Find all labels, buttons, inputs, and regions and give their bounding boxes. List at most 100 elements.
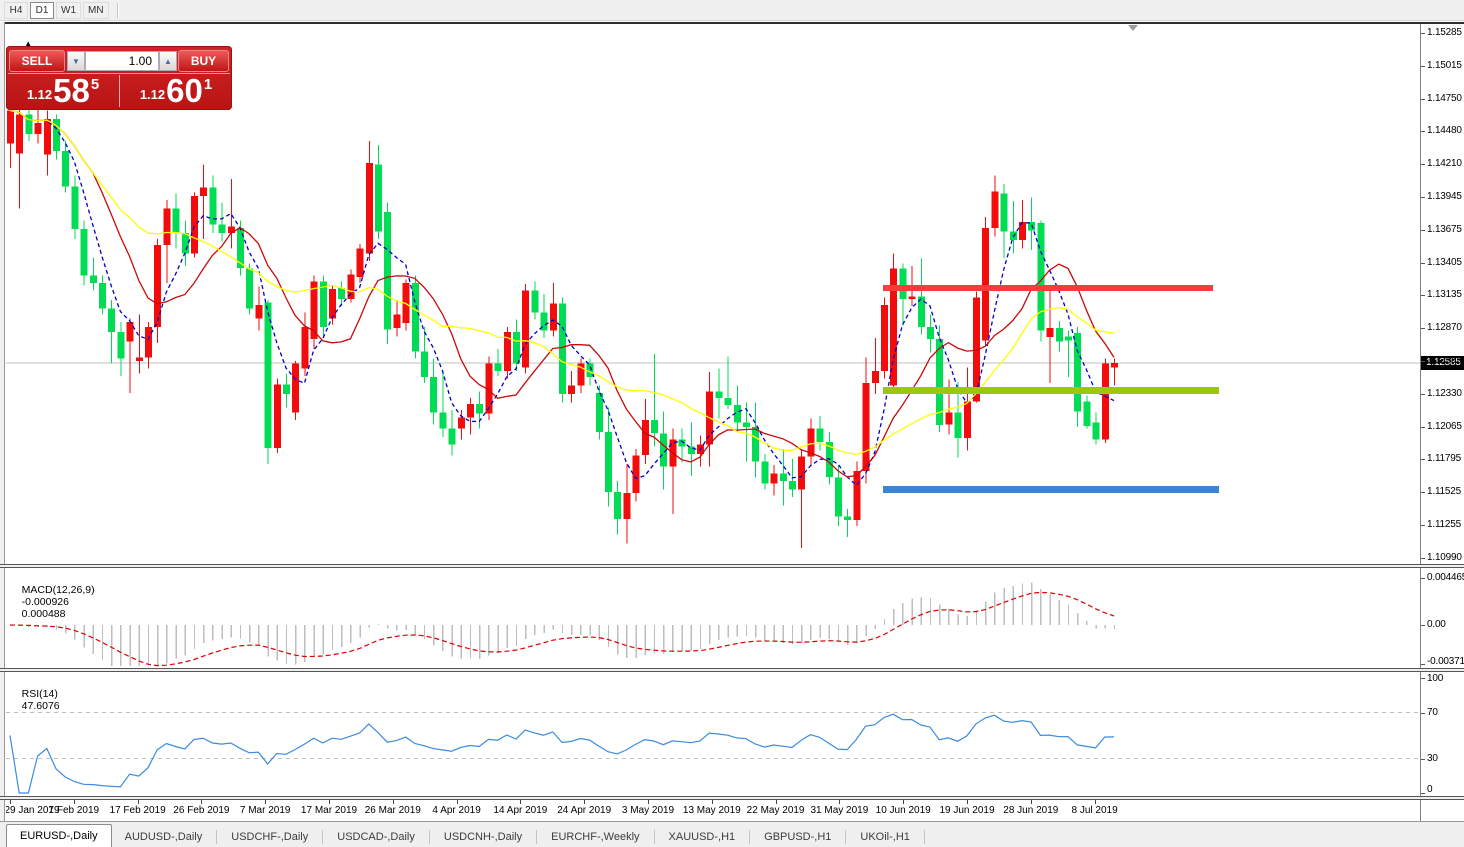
- chart-tab-usdchf-daily[interactable]: USDCHF-,Daily: [218, 826, 321, 847]
- date-axis-tick: [776, 800, 777, 804]
- date-axis-tick: [903, 800, 904, 804]
- rsi-axis-tick: [1421, 793, 1425, 794]
- price-axis-tick: [1421, 459, 1425, 460]
- rsi-axis: 10070300: [1421, 672, 1464, 796]
- chart-tab-ukoil-h1[interactable]: UKOil-,H1: [847, 826, 923, 847]
- macd-axis-tick: [1421, 578, 1425, 579]
- date-axis-tick: [839, 800, 840, 804]
- macd-axis-tick: [1421, 664, 1425, 665]
- price-axis-tick: [1421, 492, 1425, 493]
- tab-separator: [924, 830, 925, 844]
- date-axis-tick: [393, 800, 394, 804]
- chart-tab-audusd-daily[interactable]: AUDUSD-,Daily: [112, 826, 216, 847]
- chart-tab-eurchf-weekly[interactable]: EURCHF-,Weekly: [538, 826, 652, 847]
- macd-axis-label: -0.003715: [1427, 656, 1464, 667]
- timeframe-buttons: H4D1W1MN: [4, 2, 111, 19]
- date-axis-label: 19 Jun 2019: [939, 805, 994, 816]
- date-axis-label: 10 Jun 2019: [876, 805, 931, 816]
- rsi-axis-label: 0: [1427, 784, 1432, 795]
- date-axis-label: 7 Feb 2019: [48, 805, 99, 816]
- timeframe-button-mn[interactable]: MN: [83, 2, 109, 19]
- price-axis-tick: [1421, 427, 1425, 428]
- buy-button[interactable]: BUY: [178, 50, 229, 72]
- timeframe-button-d1[interactable]: D1: [30, 2, 54, 19]
- date-axis-label: 14 Apr 2019: [493, 805, 547, 816]
- price-axis-tick: [1421, 33, 1425, 34]
- sell-button[interactable]: SELL: [9, 50, 65, 72]
- tab-separator: [536, 830, 537, 844]
- tab-separator: [429, 830, 430, 844]
- rsi-canvas[interactable]: [6, 672, 1420, 796]
- buy-price[interactable]: 1.12 60 1: [120, 74, 232, 108]
- price-axis-label: 1.12065: [1427, 421, 1462, 432]
- date-axis-tick: [1095, 800, 1096, 804]
- date-axis-tick: [201, 800, 202, 804]
- rsi-name: RSI(14): [22, 688, 58, 700]
- chart-tab-usdcnh-daily[interactable]: USDCNH-,Daily: [431, 826, 535, 847]
- volume-increase-button[interactable]: ▲: [159, 51, 177, 71]
- date-axis-tick: [584, 800, 585, 804]
- date-axis-label: 26 Mar 2019: [365, 805, 421, 816]
- price-axis-label: 1.11795: [1427, 453, 1461, 464]
- price-axis-label: 1.15015: [1427, 60, 1462, 71]
- sell-price[interactable]: 1.12 58 5: [7, 74, 119, 108]
- date-axis-tick: [265, 800, 266, 804]
- rsi-line: [10, 714, 1114, 793]
- rsi-label: RSI(14) 47.6076: [10, 676, 60, 724]
- chart-tab-gbpusd-h1[interactable]: GBPUSD-,H1: [751, 826, 844, 847]
- horizontal-line-object[interactable]: [883, 486, 1219, 493]
- macd-histogram: [11, 582, 1115, 666]
- date-axis-label: 4 Apr 2019: [432, 805, 480, 816]
- tab-separator: [845, 830, 846, 844]
- price-axis-tick: [1421, 131, 1425, 132]
- price-axis-tick: [1421, 230, 1425, 231]
- date-axis-label: 13 May 2019: [683, 805, 741, 816]
- price-axis-label: 1.12870: [1427, 322, 1462, 333]
- volume-input[interactable]: [85, 51, 159, 71]
- toolbar-separator: [117, 3, 119, 18]
- date-axis-tick: [74, 800, 75, 804]
- price-axis-label: 1.11255: [1427, 519, 1461, 530]
- price-axis-label: 1.15285: [1427, 27, 1462, 38]
- horizontal-line-object[interactable]: [883, 387, 1219, 394]
- chart-tab-xauusd-h1[interactable]: XAUUSD-,H1: [656, 826, 749, 847]
- rsi-axis-tick: [1421, 759, 1425, 760]
- price-axis-tick: [1421, 164, 1425, 165]
- volume-decrease-button[interactable]: ▼: [67, 51, 85, 71]
- chart-tab-eurusd-daily[interactable]: EURUSD-,Daily: [6, 824, 112, 847]
- macd-value-main: -0.000926: [22, 596, 69, 608]
- price-axis-tick: [1421, 197, 1425, 198]
- price-axis-tick: [1421, 394, 1425, 395]
- price-axis-label: 1.11525: [1427, 486, 1461, 497]
- date-axis-tick: [712, 800, 713, 804]
- price-axis-tick: [1421, 263, 1425, 264]
- date-axis-tick: [329, 800, 330, 804]
- rsi-axis-tick: [1421, 713, 1425, 714]
- date-axis-label: 8 Jul 2019: [1072, 805, 1118, 816]
- date-axis-tick: [138, 800, 139, 804]
- horizontal-line-object[interactable]: [883, 285, 1213, 291]
- macd-label: MACD(12,26,9) -0.000926 0.000488: [10, 572, 95, 632]
- chart-shift-marker-icon[interactable]: [1128, 25, 1138, 31]
- timeframe-button-h4[interactable]: H4: [4, 2, 28, 19]
- date-axis-tick: [1031, 800, 1032, 804]
- price-axis-label: 1.13405: [1427, 257, 1462, 268]
- mt4-chart-window: H4D1W1MN ▲ EURUSD-,Daily 1.12578 1.12643…: [0, 0, 1464, 847]
- timeframe-button-w1[interactable]: W1: [56, 2, 81, 19]
- tab-separator: [749, 830, 750, 844]
- date-axis-label: 28 Jun 2019: [1003, 805, 1058, 816]
- chart-tab-usdcad-daily[interactable]: USDCAD-,Daily: [324, 826, 428, 847]
- tab-separator: [322, 830, 323, 844]
- date-axis-tick: [648, 800, 649, 804]
- macd-canvas[interactable]: [6, 568, 1420, 668]
- price-axis[interactable]: 1.12585 1.152851.150151.147501.144801.14…: [1421, 25, 1464, 564]
- date-axis-label: 3 May 2019: [622, 805, 674, 816]
- date-axis-label: 31 May 2019: [810, 805, 868, 816]
- macd-name: MACD(12,26,9): [22, 584, 95, 596]
- date-axis-label: 17 Mar 2019: [301, 805, 357, 816]
- rsi-axis-label: 30: [1427, 753, 1438, 764]
- tab-separator: [654, 830, 655, 844]
- price-axis-tick: [1421, 525, 1425, 526]
- date-axis[interactable]: 29 Jan 20197 Feb 201917 Feb 201926 Feb 2…: [6, 800, 1420, 821]
- chart-top-border: [5, 22, 1464, 24]
